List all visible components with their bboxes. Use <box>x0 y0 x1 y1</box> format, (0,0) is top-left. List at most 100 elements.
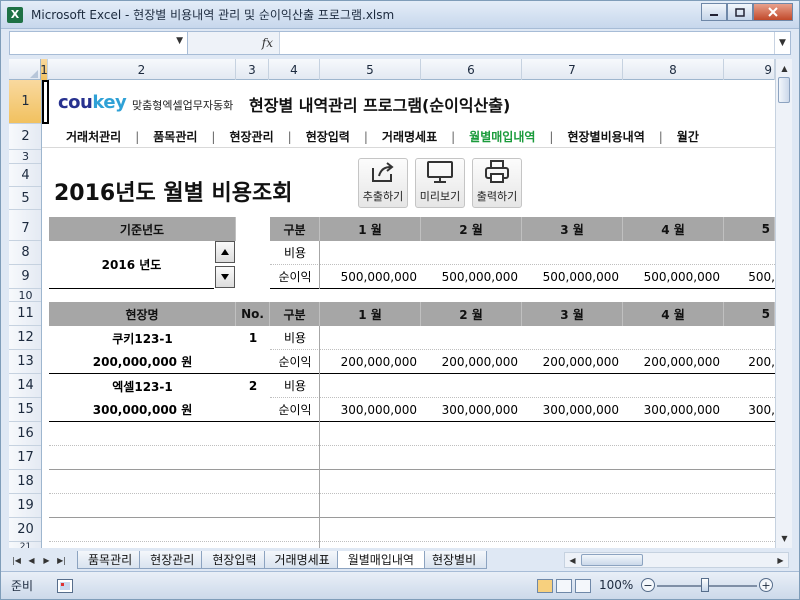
row-header[interactable]: 1 <box>9 80 41 124</box>
scroll-down-icon[interactable]: ▼ <box>777 531 792 546</box>
row-header[interactable]: 4 <box>9 164 41 187</box>
formula-input[interactable] <box>280 32 774 54</box>
summary-profit-cell[interactable]: 500,000,000 <box>522 265 623 289</box>
minimize-button[interactable] <box>701 3 727 21</box>
empty-row[interactable] <box>49 494 775 518</box>
site-profit-cell[interactable]: 300, <box>724 398 775 422</box>
row-header[interactable]: 3 <box>9 150 41 164</box>
column-header[interactable]: 1 <box>40 59 48 80</box>
row-header[interactable]: 19 <box>9 494 41 518</box>
prev-sheet-icon[interactable]: ◀ <box>24 556 39 565</box>
preview-button[interactable]: 미리보기 <box>415 158 465 208</box>
nav-item-site-input[interactable]: 현장입력 <box>292 128 364 145</box>
row-header[interactable]: 16 <box>9 422 41 446</box>
site-profit-cell[interactable]: 200, <box>724 350 775 374</box>
site-profit-cell[interactable]: 300,000,000 <box>421 398 522 422</box>
row-header[interactable]: 7 <box>9 217 41 241</box>
row-header[interactable]: 11 <box>9 302 41 326</box>
empty-row[interactable] <box>49 518 775 542</box>
column-header[interactable]: 8 <box>623 59 724 80</box>
nav-item-site-costs[interactable]: 현장별비용내역 <box>553 128 658 145</box>
last-sheet-icon[interactable]: ▶| <box>54 556 69 565</box>
expand-formula-icon[interactable]: ▼ <box>774 32 790 54</box>
row-header[interactable]: 21 <box>9 542 41 549</box>
row-header[interactable]: 14 <box>9 374 41 398</box>
empty-row[interactable] <box>49 422 775 446</box>
print-button[interactable]: 출력하기 <box>472 158 522 208</box>
page-layout-view-icon[interactable] <box>556 579 572 593</box>
site-profit-cell[interactable]: 200,000,000 <box>421 350 522 374</box>
nav-item-sites[interactable]: 현장관리 <box>215 128 287 145</box>
nav-item-products[interactable]: 품목관리 <box>139 128 211 145</box>
year-down-button[interactable] <box>215 266 235 288</box>
next-sheet-icon[interactable]: ▶ <box>39 556 54 565</box>
export-button[interactable]: 추출하기 <box>358 158 408 208</box>
worksheet[interactable]: coukey 맞춤형엑셀업무자동화 현장별 내역관리 프로그램(순이익산출) 거… <box>42 80 775 548</box>
column-header[interactable]: 4 <box>269 59 320 80</box>
row-header[interactable]: 2 <box>9 124 41 150</box>
sheet-tab[interactable]: 거래명세표 <box>263 551 341 569</box>
column-header[interactable]: 7 <box>522 59 623 80</box>
sheet-tab[interactable]: 현장별비 <box>420 551 488 569</box>
scroll-up-icon[interactable]: ▲ <box>777 61 792 76</box>
normal-view-icon[interactable] <box>537 579 553 593</box>
site-profit-cell[interactable]: 300,000,000 <box>623 398 724 422</box>
column-header[interactable]: 2 <box>48 59 236 80</box>
sheet-tab[interactable]: 현장입력 <box>201 551 268 569</box>
sheet-tab[interactable]: 현장관리 <box>139 551 206 569</box>
chevron-down-icon[interactable]: ▼ <box>176 36 183 46</box>
zoom-out-icon[interactable]: − <box>641 578 655 592</box>
row-header[interactable]: 12 <box>9 326 41 350</box>
scroll-right-icon[interactable]: ▶ <box>773 553 788 567</box>
site-profit-cell[interactable]: 200,000,000 <box>522 350 623 374</box>
nav-item-statement[interactable]: 거래명세표 <box>368 128 451 145</box>
zoom-level[interactable]: 100% <box>599 578 633 592</box>
site-name[interactable]: 엑셀123-1 <box>49 374 236 398</box>
summary-profit-cell[interactable]: 500, <box>724 265 775 289</box>
vertical-scrollbar[interactable]: ▲ ▼ <box>775 59 792 548</box>
excel-app-icon[interactable]: X <box>7 6 23 23</box>
select-all-corner[interactable] <box>9 59 41 80</box>
empty-row[interactable] <box>49 446 775 470</box>
row-header[interactable]: 8 <box>9 241 41 265</box>
zoom-in-icon[interactable]: + <box>759 578 773 592</box>
sheet-tab[interactable]: 품목관리 <box>77 551 144 569</box>
sheet-tab-active[interactable]: 월별매입내역 <box>336 551 425 569</box>
row-header[interactable]: 9 <box>9 265 41 289</box>
row-header[interactable]: 13 <box>9 350 41 374</box>
empty-row[interactable] <box>49 470 775 494</box>
row-header[interactable]: 20 <box>9 518 41 542</box>
row-header[interactable]: 10 <box>9 289 41 302</box>
column-header[interactable]: 5 <box>320 59 421 80</box>
vertical-scroll-thumb[interactable] <box>778 77 790 103</box>
nav-item-clients[interactable]: 거래처관리 <box>42 128 135 145</box>
first-sheet-icon[interactable]: |◀ <box>9 556 24 565</box>
insert-function-button[interactable]: fx <box>188 32 280 54</box>
horizontal-scrollbar[interactable]: ◀ ▶ <box>564 552 789 568</box>
site-profit-cell[interactable]: 300,000,000 <box>522 398 623 422</box>
column-header[interactable]: 9 <box>724 59 775 80</box>
row-header[interactable]: 18 <box>9 470 41 494</box>
site-name[interactable]: 쿠키123-1 <box>49 326 236 350</box>
site-profit-cell[interactable]: 200,000,000 <box>320 350 421 374</box>
summary-profit-cell[interactable]: 500,000,000 <box>320 265 421 289</box>
scroll-left-icon[interactable]: ◀ <box>565 553 580 567</box>
close-button[interactable] <box>753 3 793 21</box>
column-header[interactable]: 6 <box>421 59 522 80</box>
maximize-button[interactable] <box>727 3 753 21</box>
year-up-button[interactable] <box>215 241 235 263</box>
page-break-view-icon[interactable] <box>575 579 591 593</box>
row-header[interactable]: 17 <box>9 446 41 470</box>
row-header[interactable]: 5 <box>9 187 41 210</box>
macro-record-icon[interactable] <box>57 578 74 593</box>
row-header[interactable]: 15 <box>9 398 41 422</box>
summary-profit-cell[interactable]: 500,000,000 <box>623 265 724 289</box>
site-profit-cell[interactable]: 200,000,000 <box>623 350 724 374</box>
site-profit-cell[interactable]: 300,000,000 <box>320 398 421 422</box>
zoom-slider-thumb[interactable] <box>701 578 709 592</box>
name-box[interactable]: ▼ <box>10 32 188 54</box>
horizontal-scroll-thumb[interactable] <box>581 554 643 566</box>
column-header[interactable]: 3 <box>236 59 269 80</box>
nav-item-monthly[interactable]: 월간 <box>663 128 713 145</box>
nav-item-monthly-purchase[interactable]: 월별매입내역 <box>455 128 549 145</box>
